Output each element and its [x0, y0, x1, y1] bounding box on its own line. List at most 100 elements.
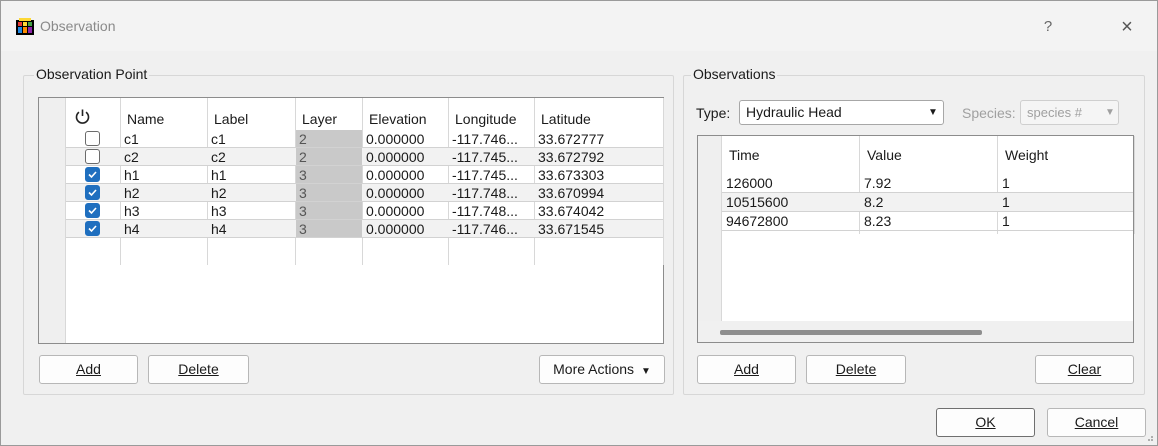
- cell-label[interactable]: h1: [211, 166, 227, 184]
- cell-elevation[interactable]: 0.000000: [366, 220, 424, 238]
- cell-label[interactable]: h3: [211, 202, 227, 220]
- cell-layer[interactable]: 2: [299, 148, 307, 166]
- table-row[interactable]: h2 h2 3 0.000000 -117.748... 33.670994: [39, 184, 663, 202]
- cell-layer[interactable]: 2: [299, 130, 307, 148]
- power-icon[interactable]: [74, 108, 91, 125]
- column-header-weight[interactable]: Weight: [1005, 147, 1048, 163]
- table-row[interactable]: 94672800 8.23 1: [698, 212, 1133, 231]
- cell-name[interactable]: c1: [124, 130, 139, 148]
- clear-button[interactable]: Clear: [1035, 355, 1134, 384]
- more-actions-button[interactable]: More Actions ▼: [539, 355, 665, 384]
- table-row[interactable]: 10515600 8.2 1: [698, 193, 1133, 212]
- cell-value[interactable]: 8.2: [864, 193, 883, 212]
- cell-longitude[interactable]: -117.746...: [452, 220, 518, 238]
- column-header-elevation[interactable]: Elevation: [369, 111, 427, 127]
- cell-label[interactable]: h2: [211, 184, 227, 202]
- ok-button[interactable]: OK: [936, 408, 1035, 437]
- cell-weight[interactable]: 1: [1002, 174, 1010, 193]
- observations-add-button[interactable]: Add: [697, 355, 796, 384]
- cell-longitude[interactable]: -117.748...: [452, 184, 518, 202]
- table-row[interactable]: c1 c1 2 0.000000 -117.746... 33.672777: [39, 130, 663, 148]
- row-checkbox[interactable]: [85, 185, 100, 200]
- horizontal-scrollbar[interactable]: [698, 321, 1133, 342]
- cell-longitude[interactable]: -117.745...: [452, 166, 518, 184]
- delete-button-label: Delete: [835, 361, 877, 377]
- cell-name[interactable]: h4: [124, 220, 140, 238]
- cell-label[interactable]: c1: [211, 130, 226, 148]
- cell-name[interactable]: h2: [124, 184, 140, 202]
- row-checkbox[interactable]: [85, 203, 100, 218]
- column-header-label[interactable]: Label: [214, 111, 248, 127]
- row-checkbox[interactable]: [85, 131, 100, 146]
- cell-latitude[interactable]: 33.672777: [538, 130, 604, 148]
- table-row[interactable]: h3 h3 3 0.000000 -117.748... 33.674042: [39, 202, 663, 220]
- add-button-label: Add: [734, 361, 759, 377]
- row-checkbox[interactable]: [85, 149, 100, 164]
- cell-time[interactable]: 10515600: [726, 193, 788, 212]
- row-checkbox[interactable]: [85, 221, 100, 236]
- table-row[interactable]: h1 h1 3 0.000000 -117.745... 33.673303: [39, 166, 663, 184]
- cell-layer[interactable]: 3: [299, 166, 307, 184]
- cell-longitude[interactable]: -117.748...: [452, 202, 518, 220]
- cell-elevation[interactable]: 0.000000: [366, 130, 424, 148]
- cell-name[interactable]: h3: [124, 202, 140, 220]
- cell-elevation[interactable]: 0.000000: [366, 148, 424, 166]
- species-select[interactable]: species # ▼: [1020, 100, 1119, 125]
- cell-longitude[interactable]: -117.745...: [452, 148, 518, 166]
- cell-time[interactable]: 126000: [726, 174, 773, 193]
- observation-point-add-button[interactable]: Add: [39, 355, 138, 384]
- chevron-down-icon: ▼: [1105, 107, 1115, 118]
- close-button[interactable]: ×: [1109, 13, 1145, 41]
- cell-value[interactable]: 8.23: [864, 212, 891, 231]
- column-header-longitude[interactable]: Longitude: [455, 111, 517, 127]
- cell-weight[interactable]: 1: [1002, 212, 1010, 231]
- cell-layer[interactable]: 3: [299, 184, 307, 202]
- scrollbar-thumb[interactable]: [720, 330, 982, 335]
- cell-label[interactable]: h4: [211, 220, 227, 238]
- cell-latitude[interactable]: 33.674042: [538, 202, 604, 220]
- type-select-value: Hydraulic Head: [746, 104, 842, 120]
- column-divider: [1134, 136, 1135, 234]
- cell-elevation[interactable]: 0.000000: [366, 202, 424, 220]
- checkmark-icon: [88, 207, 97, 215]
- checkmark-icon: [88, 189, 97, 197]
- cell-layer[interactable]: 3: [299, 202, 307, 220]
- column-header-name[interactable]: Name: [127, 111, 164, 127]
- table-row[interactable]: h4 h4 3 0.000000 -117.746... 33.671545: [39, 220, 663, 238]
- table-row[interactable]: c2 c2 2 0.000000 -117.745... 33.672792: [39, 148, 663, 166]
- app-grid-icon: [16, 18, 34, 35]
- column-header-latitude[interactable]: Latitude: [541, 111, 591, 127]
- column-header-layer[interactable]: Layer: [302, 111, 337, 127]
- row-checkbox[interactable]: [85, 167, 100, 182]
- cell-latitude[interactable]: 33.673303: [538, 166, 604, 184]
- observation-point-delete-button[interactable]: Delete: [148, 355, 249, 384]
- table-row[interactable]: 126000 7.92 1: [698, 174, 1133, 193]
- observation-dialog: Observation ? × Observation Point Name L…: [0, 0, 1158, 446]
- cell-latitude[interactable]: 33.670994: [538, 184, 604, 202]
- type-label: Type:: [696, 105, 731, 121]
- help-button[interactable]: ?: [1033, 15, 1063, 39]
- cell-elevation[interactable]: 0.000000: [366, 166, 424, 184]
- cell-label[interactable]: c2: [211, 148, 226, 166]
- column-header-value[interactable]: Value: [867, 147, 902, 163]
- column-header-time[interactable]: Time: [729, 147, 760, 163]
- cell-longitude[interactable]: -117.746...: [452, 130, 518, 148]
- ok-button-label: OK: [975, 414, 996, 430]
- cell-elevation[interactable]: 0.000000: [366, 184, 424, 202]
- cell-latitude[interactable]: 33.672792: [538, 148, 604, 166]
- checkmark-icon: [88, 171, 97, 179]
- observations-delete-button[interactable]: Delete: [806, 355, 906, 384]
- cell-layer[interactable]: 3: [299, 220, 307, 238]
- cell-value[interactable]: 7.92: [864, 174, 891, 193]
- type-select[interactable]: Hydraulic Head ▼: [739, 100, 944, 125]
- cell-time[interactable]: 94672800: [726, 212, 788, 231]
- cell-weight[interactable]: 1: [1002, 193, 1010, 212]
- resize-grip-icon[interactable]: [1144, 432, 1154, 442]
- add-button-label: Add: [76, 361, 101, 377]
- cancel-button[interactable]: Cancel: [1047, 408, 1146, 437]
- cell-latitude[interactable]: 33.671545: [538, 220, 604, 238]
- window-title: Observation: [40, 18, 116, 34]
- cell-name[interactable]: c2: [124, 148, 139, 166]
- more-actions-label: More Actions: [553, 361, 635, 377]
- cell-name[interactable]: h1: [124, 166, 140, 184]
